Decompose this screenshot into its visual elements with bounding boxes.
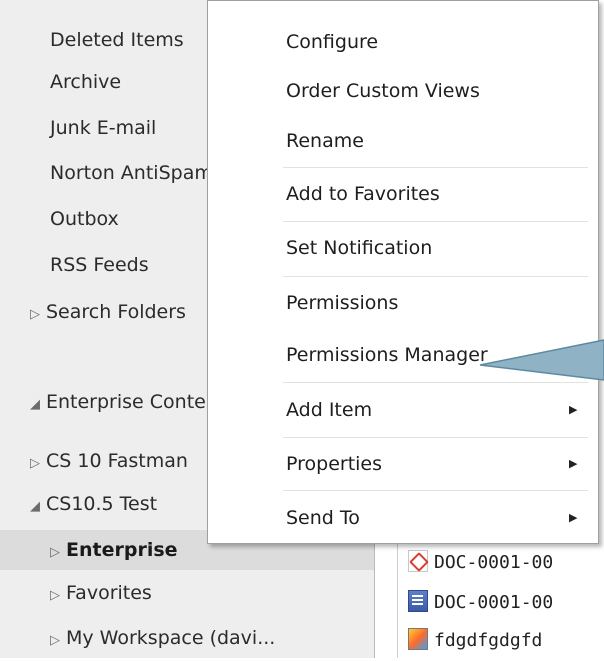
folder-cs10-5-test[interactable]: ◢ CS10.5 Test [30,484,157,524]
expand-triangle-icon[interactable]: ▷ [50,621,66,661]
folder-label: Outbox [50,208,119,230]
menu-item-send-to[interactable]: Send To [286,498,360,538]
menu-item-configure[interactable]: Configure [286,22,378,62]
expand-triangle-icon[interactable]: ▷ [50,576,66,616]
list-item-label: DOC-0001-00 [434,592,554,613]
menu-separator [283,276,588,277]
list-item[interactable]: DOC-0001-00 [408,548,553,578]
list-item-label: DOC-0001-00 [434,552,554,573]
submenu-arrow-icon: ▶ [569,457,578,470]
menu-item-add-item[interactable]: Add Item [286,390,372,430]
folder-cs10-fastman[interactable]: ▷ CS 10 Fastman [30,441,188,481]
folder-label: Favorites [66,582,152,604]
folder-enterprise[interactable]: ▷ Enterprise [50,530,178,570]
menu-item-properties[interactable]: Properties [286,444,382,484]
menu-separator [283,490,588,491]
pdf-icon [408,550,428,572]
folder-label: Norton AntiSpam [50,162,213,184]
folder-junk-email[interactable]: Junk E-mail [50,108,156,148]
menu-item-add-to-favorites[interactable]: Add to Favorites [286,174,440,214]
list-item[interactable]: DOC-0001-00 [408,588,553,618]
folder-label: My Workspace (davi... [66,627,276,649]
callout-pointer [480,339,604,381]
menu-separator [283,437,588,438]
menu-item-set-notification[interactable]: Set Notification [286,228,432,268]
document-icon [408,590,428,612]
collapse-triangle-icon[interactable]: ◢ [30,385,46,425]
menu-separator [283,167,588,168]
menu-item-rename[interactable]: Rename [286,121,364,161]
menu-item-order-custom-views[interactable]: Order Custom Views [286,71,480,111]
folder-label: Junk E-mail [50,117,157,139]
context-menu: Configure Order Custom Views Rename Add … [207,0,599,544]
folder-label: Archive [50,71,122,93]
folder-deleted-items[interactable]: Deleted Items [50,20,184,60]
folder-label: RSS Feeds [50,254,149,276]
image-icon [408,628,428,650]
menu-separator [283,221,588,222]
folder-my-workspace[interactable]: ▷ My Workspace (davi... [50,618,275,658]
folder-rss-feeds[interactable]: RSS Feeds [50,245,149,285]
folder-label: Search Folders [46,301,186,323]
collapse-triangle-icon[interactable]: ◢ [30,487,46,527]
expand-triangle-icon[interactable]: ▷ [30,295,46,335]
folder-favorites[interactable]: ▷ Favorites [50,573,152,613]
menu-item-permissions-manager[interactable]: Permissions Manager [286,335,488,375]
folder-outbox[interactable]: Outbox [50,199,119,239]
submenu-arrow-icon: ▶ [569,511,578,524]
expand-triangle-icon[interactable]: ▷ [50,533,66,573]
folder-archive[interactable]: Archive [50,62,121,102]
list-item[interactable]: fdgdfgdgfd [408,626,542,656]
folder-norton-antispam[interactable]: Norton AntiSpam [50,153,213,193]
folder-label: CS10.5 Test [46,493,158,515]
expand-triangle-icon[interactable]: ▷ [30,444,46,484]
folder-label: Deleted Items [50,29,184,51]
folder-label: Enterprise [66,539,178,561]
folder-enterprise-content[interactable]: ◢ Enterprise Content [30,382,225,422]
folder-label: Enterprise Content [46,391,226,413]
menu-item-permissions[interactable]: Permissions [286,283,398,323]
callout-arrow-shape [480,339,604,381]
list-item-label: fdgdfgdgfd [434,630,543,651]
folder-label: CS 10 Fastman [46,450,188,472]
folder-search-folders[interactable]: ▷ Search Folders [30,292,186,332]
